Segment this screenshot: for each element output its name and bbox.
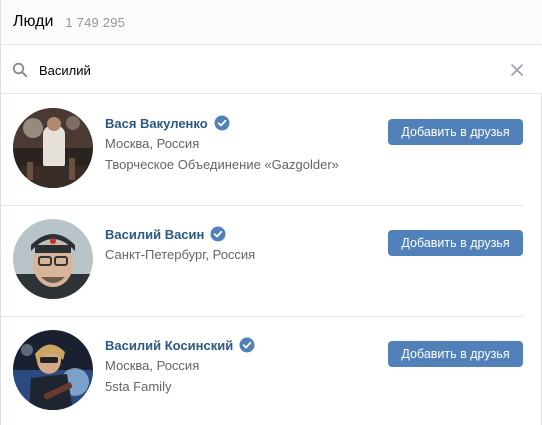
avatar[interactable]: [13, 219, 93, 299]
search-bar: [1, 46, 542, 94]
person-info: Вася Вакуленко Москва, Россия Творческое…: [105, 115, 339, 173]
list-item: Василий Васин Санкт-Петербург, Россия До…: [1, 206, 523, 317]
person-info: Василий Косинский Москва, Россия 5sta Fa…: [105, 337, 255, 395]
people-list: Вася Вакуленко Москва, Россия Творческое…: [1, 95, 542, 425]
list-item: Василий Косинский Москва, Россия 5sta Fa…: [1, 317, 523, 425]
close-icon[interactable]: [509, 62, 525, 78]
section-title: Люди: [13, 13, 54, 30]
person-info: Василий Васин Санкт-Петербург, Россия: [105, 226, 255, 263]
add-friend-button[interactable]: Добавить в друзья: [388, 119, 523, 145]
results-count: 1 749 295: [65, 14, 126, 30]
person-city: Москва, Россия: [105, 136, 200, 151]
verified-icon: [214, 115, 230, 131]
section-header: Люди 1 749 295: [1, 0, 542, 45]
person-name[interactable]: Василий Косинский: [105, 338, 233, 353]
person-city: Санкт-Петербург, Россия: [105, 247, 256, 262]
avatar[interactable]: [13, 108, 93, 188]
add-friend-button[interactable]: Добавить в друзья: [388, 341, 523, 367]
person-extra: 5sta Family: [105, 379, 172, 394]
search-icon: [12, 62, 28, 78]
search-input[interactable]: [39, 58, 499, 82]
verified-icon: [239, 337, 255, 353]
add-friend-button[interactable]: Добавить в друзья: [388, 230, 523, 256]
person-extra: Творческое Объединение «Gazgolder»: [105, 157, 339, 172]
person-city: Москва, Россия: [105, 358, 200, 373]
person-name[interactable]: Василий Васин: [105, 227, 204, 242]
verified-icon: [210, 226, 226, 242]
person-name[interactable]: Вася Вакуленко: [105, 116, 208, 131]
avatar[interactable]: [13, 330, 93, 410]
list-item: Вася Вакуленко Москва, Россия Творческое…: [1, 95, 523, 206]
people-search-panel: Люди 1 749 295 Василий Вася Вакуленко Мо…: [0, 0, 542, 425]
